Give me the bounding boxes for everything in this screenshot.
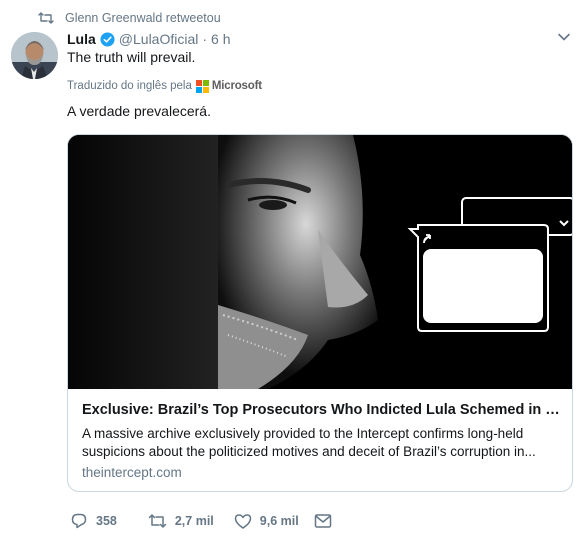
link-preview-card[interactable]: Exclusive: Brazil’s Top Prosecutors Who … (67, 134, 573, 492)
retweet-icon (38, 12, 54, 24)
translation-attribution: Traduzido do inglês pela Microsoft (67, 78, 262, 94)
tweet-timestamp[interactable]: 6 h (211, 31, 230, 47)
display-name[interactable]: Lula (67, 31, 96, 47)
reply-icon (71, 513, 87, 529)
retweet-icon (148, 514, 167, 528)
tweet-text: The truth will prevail. (67, 49, 196, 65)
translation-provider: Microsoft (211, 80, 262, 92)
verified-badge-icon (100, 31, 115, 47)
card-domain: theintercept.com (82, 465, 182, 480)
avatar[interactable] (11, 32, 58, 79)
like-count: 9,6 mil (259, 514, 299, 528)
avatar-photo (11, 32, 58, 79)
retweet-button[interactable]: 2,7 mil (148, 513, 214, 529)
translation-label: Traduzido do inglês pela (67, 80, 192, 92)
direct-message-button[interactable] (314, 513, 332, 529)
card-description: A massive archive exclusively provided t… (82, 425, 562, 461)
reply-count: 358 (96, 514, 117, 528)
tweet-actions: 358 2,7 mil 9,6 mil (67, 511, 332, 531)
tweet-header: Lula @LulaOficial · 6 h (67, 30, 231, 48)
microsoft-logo (195, 79, 209, 93)
chevron-down-icon[interactable] (557, 32, 571, 42)
retweet-context[interactable]: Glenn Greenwald retweetou (38, 9, 221, 27)
retweet-context-label: Glenn Greenwald retweetou (65, 11, 221, 25)
reply-button[interactable]: 358 (70, 512, 117, 530)
separator-dot: · (202, 31, 208, 47)
card-body: Exclusive: Brazil’s Top Prosecutors Who … (68, 390, 572, 491)
retweet-count: 2,7 mil (174, 514, 214, 528)
card-title: Exclusive: Brazil’s Top Prosecutors Who … (82, 402, 562, 418)
like-icon (234, 513, 252, 529)
translated-text: A verdade prevalecerá. (67, 103, 211, 119)
direct-message-icon (314, 514, 331, 528)
card-description-line: A massive archive exclusively provided t… (82, 426, 524, 441)
card-image (68, 135, 572, 389)
card-photo (68, 135, 572, 389)
like-button[interactable]: 9,6 mil (234, 513, 299, 530)
card-description-line: suspicions about the politicized motives… (82, 444, 536, 459)
user-handle[interactable]: @LulaOficial (119, 31, 199, 47)
